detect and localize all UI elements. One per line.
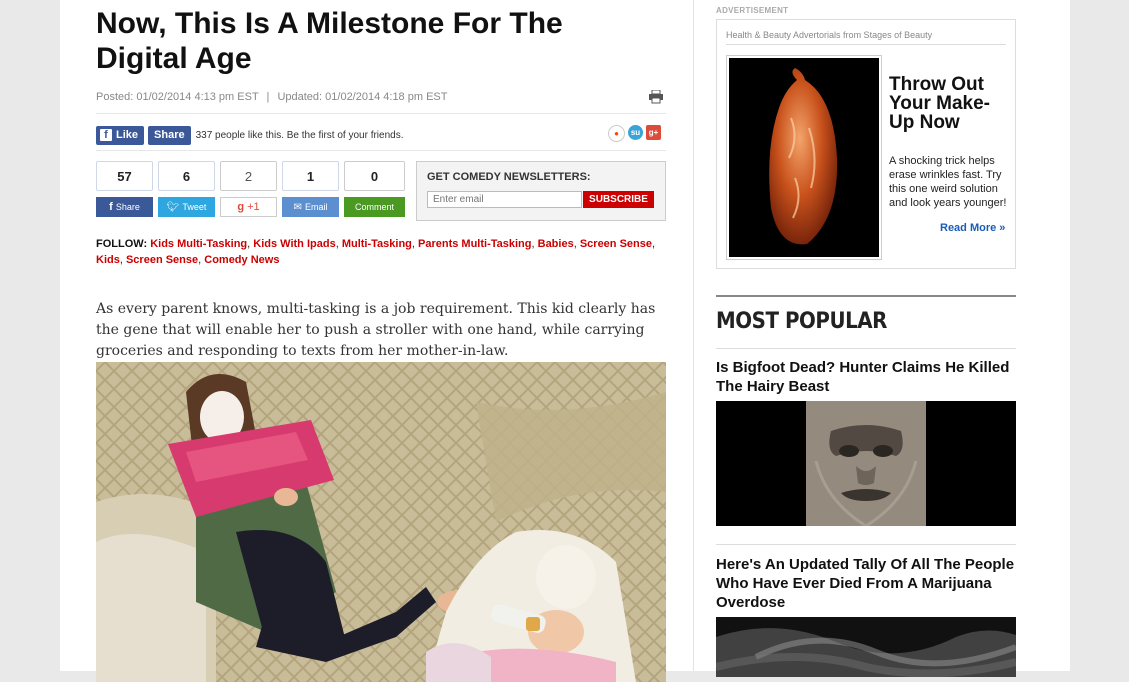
tag-link[interactable]: Kids Multi-Tasking	[150, 238, 247, 250]
meta-separator: |	[266, 91, 270, 103]
ad-sponsor: Health & Beauty Advertorials from Stages…	[726, 30, 933, 40]
google-plus-icon[interactable]: g+	[646, 125, 661, 140]
share-counter: 57 f Share	[96, 161, 153, 217]
google-plus-icon: g	[237, 201, 245, 213]
comment-counter: 0 Comment	[344, 161, 405, 217]
stumbleupon-icon[interactable]: su	[628, 125, 643, 140]
post-meta: Posted: 01/02/2014 4:13 pm EST | Updated…	[96, 91, 447, 103]
divider	[716, 348, 1016, 349]
tweet-label: Tweet	[182, 202, 207, 212]
popular-story-title[interactable]: Is Bigfoot Dead? Hunter Claims He Killed…	[716, 358, 1016, 396]
comment-count: 0	[344, 161, 405, 191]
comment-button[interactable]: Comment	[344, 197, 405, 217]
email-input[interactable]	[427, 191, 582, 208]
reddit-icon[interactable]: ●	[608, 125, 625, 142]
gplus-count: 2	[220, 161, 277, 191]
kid-with-tablet-image	[96, 362, 666, 682]
tag-link[interactable]: Kids	[96, 254, 120, 266]
gplus-label: +1	[247, 201, 260, 213]
divider	[716, 544, 1016, 545]
tweet-counter: 6 🐦︎ Tweet	[158, 161, 215, 217]
email-button[interactable]: ✉ Email	[282, 197, 339, 217]
tag-link[interactable]: Multi-Tasking	[342, 238, 412, 250]
facebook-share-counter-button[interactable]: f Share	[96, 197, 153, 217]
tweet-button[interactable]: 🐦︎ Tweet	[158, 197, 215, 217]
ad-image[interactable]	[726, 55, 882, 260]
divider	[96, 150, 666, 151]
page: Now, This Is A Milestone For The Digital…	[60, 0, 1070, 682]
gplus-button[interactable]: g +1	[220, 197, 277, 217]
posted-date: Posted: 01/02/2014 4:13 pm EST	[96, 91, 259, 103]
divider	[726, 44, 1006, 45]
tweet-count: 6	[158, 161, 215, 191]
tag-link[interactable]: Comedy News	[204, 254, 279, 266]
social-bar: f Like Share 337 people like this. Be th…	[96, 125, 403, 145]
newsletter-signup: GET COMEDY NEWSLETTERS: SUBSCRIBE	[416, 161, 666, 221]
popular-story-title[interactable]: Here's An Updated Tally Of All The Peopl…	[716, 555, 1016, 612]
column-divider	[693, 0, 694, 671]
email-count: 1	[282, 161, 339, 191]
article-photo	[96, 362, 666, 682]
tag-link[interactable]: Kids With Ipads	[253, 238, 335, 250]
like-label: Like	[116, 129, 139, 141]
gplus-counter: 2 g +1	[220, 161, 277, 217]
divider	[96, 113, 666, 114]
updated-date: Updated: 01/02/2014 4:18 pm EST	[277, 91, 448, 103]
like-count-text: 337 people like this. Be the first of yo…	[195, 129, 404, 141]
page-title: Now, This Is A Milestone For The Digital…	[96, 7, 563, 75]
popular-story-image[interactable]	[716, 617, 1016, 677]
date-fruit-image	[729, 58, 879, 257]
tag-link[interactable]: Screen Sense	[580, 238, 652, 250]
facebook-share-button[interactable]: Share	[148, 125, 191, 145]
twitter-icon: 🐦︎	[166, 201, 180, 213]
share-icons: ● su g+	[608, 125, 661, 142]
share-counters: 57 f Share 6 🐦︎ Tweet 2 g +1 1 ✉ Email 0…	[96, 161, 405, 217]
facebook-icon: f	[100, 129, 112, 141]
most-popular-title: MOST POPULAR	[716, 309, 887, 334]
read-more-link[interactable]: Read More »	[940, 222, 1005, 234]
divider	[716, 295, 1016, 297]
ad-body: A shocking trick helps erase wrinkles fa…	[889, 155, 1007, 209]
facebook-like-button[interactable]: f Like	[96, 125, 145, 145]
bigfoot-image	[716, 401, 1016, 526]
email-label: Email	[304, 202, 328, 212]
envelope-icon: ✉	[293, 201, 302, 213]
article-lead: As every parent knows, multi-tasking is …	[96, 301, 656, 359]
smoke-image	[716, 617, 1016, 677]
print-icon[interactable]	[648, 90, 664, 104]
share-counter-label: Share	[115, 202, 140, 212]
follow-tags: FOLLOW: Kids Multi-Tasking, Kids With Ip…	[96, 238, 656, 266]
tag-link[interactable]: Parents Multi-Tasking	[418, 238, 531, 250]
ad-label: ADVERTISEMENT	[716, 6, 789, 15]
share-count: 57	[96, 161, 153, 191]
newsletter-title: GET COMEDY NEWSLETTERS:	[427, 171, 591, 183]
tag-link[interactable]: Babies	[538, 238, 574, 250]
article: Now, This Is A Milestone For The Digital…	[96, 0, 668, 682]
follow-label: FOLLOW:	[96, 238, 148, 250]
popular-story-image[interactable]	[716, 401, 1016, 526]
email-counter: 1 ✉ Email	[282, 161, 339, 217]
subscribe-button[interactable]: SUBSCRIBE	[583, 191, 654, 208]
ad-headline[interactable]: Throw Out Your Make-Up Now	[889, 75, 999, 132]
advertisement[interactable]: Health & Beauty Advertorials from Stages…	[716, 19, 1016, 269]
facebook-icon: f	[109, 201, 113, 213]
tag-link[interactable]: Screen Sense	[126, 254, 198, 266]
